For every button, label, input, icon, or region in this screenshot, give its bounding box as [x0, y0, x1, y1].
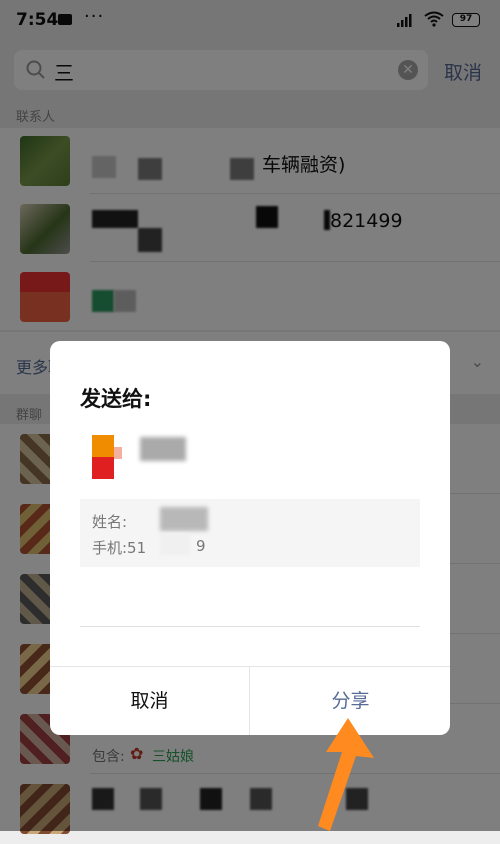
contact-card-preview: 姓名: 手机:51 9 [80, 499, 420, 567]
dialog-title: 发送给: [80, 387, 152, 411]
card-phone-label: 手机:51 [92, 539, 147, 557]
card-name-label: 姓名: [92, 513, 128, 531]
recipient-name [140, 437, 186, 461]
cancel-button[interactable]: 取消 [50, 667, 249, 735]
wechat-search-screen: 7:54 ··· 97 三 ✕ 取消 联系人 [0, 0, 500, 834]
message-input[interactable] [80, 626, 420, 627]
dialog-actions: 取消 分享 [50, 666, 450, 735]
share-dialog: 发送给: 姓名: 手机:51 9 取消 分享 [50, 341, 450, 735]
card-phone-tail: 9 [196, 537, 206, 555]
recipient-avatar [92, 435, 128, 479]
pointer-arrow-icon [318, 718, 374, 831]
